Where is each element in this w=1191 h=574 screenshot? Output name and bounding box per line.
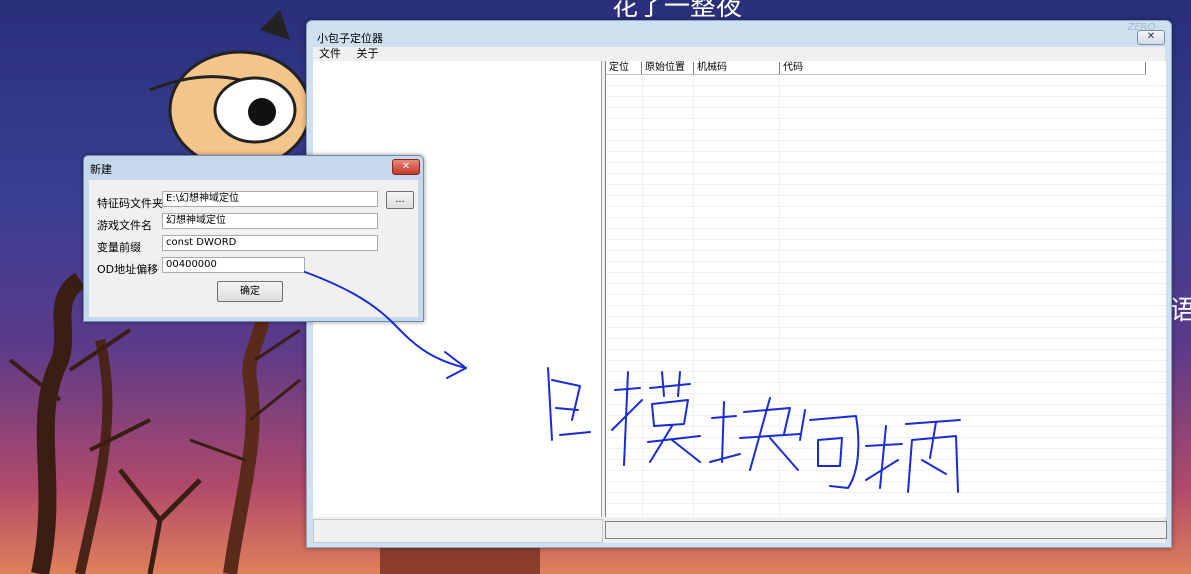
- column-header-machine-code[interactable]: 机械码: [694, 62, 780, 74]
- menu-bar: 文件 关于: [313, 47, 1165, 61]
- dialog-body: 特征码文件夹 E:\幻想神域定位 ... 游戏文件名 幻想神域定位 变量前缀 c…: [89, 180, 418, 317]
- list-header: 定位 原始位置 机械码 代码: [606, 62, 1146, 75]
- result-list[interactable]: 定位 原始位置 机械码 代码: [605, 61, 1166, 517]
- field-label-var-prefix: 变量前缀: [97, 241, 141, 254]
- dialog-title: 新建: [90, 163, 112, 176]
- var-prefix-input[interactable]: const DWORD: [162, 235, 378, 251]
- main-client-area: 定位 原始位置 机械码 代码: [313, 61, 1167, 543]
- main-close-button[interactable]: ✕: [1137, 30, 1165, 45]
- game-file-input[interactable]: 幻想神域定位: [162, 213, 378, 229]
- dialog-close-button[interactable]: ✕: [392, 159, 420, 175]
- field-label-signature-folder: 特征码文件夹: [97, 197, 163, 210]
- right-status-bar: [605, 521, 1167, 539]
- signature-folder-input[interactable]: E:\幻想神域定位: [162, 191, 378, 207]
- wallpaper-text-right: 语: [1170, 296, 1191, 326]
- od-offset-input[interactable]: 00400000: [162, 257, 305, 273]
- field-label-game-file: 游戏文件名: [97, 219, 152, 232]
- menu-file[interactable]: 文件: [319, 47, 341, 60]
- ok-button[interactable]: 确定: [217, 281, 283, 302]
- browse-button[interactable]: ...: [386, 191, 414, 209]
- column-header-original-pos[interactable]: 原始位置: [642, 62, 694, 74]
- main-window-title: 小包子定位器: [317, 32, 383, 45]
- list-grid: [606, 75, 1166, 517]
- field-label-od-offset: OD地址偏移: [97, 263, 159, 276]
- menu-about[interactable]: 关于: [357, 47, 379, 60]
- new-dialog: 新建 ✕ 特征码文件夹 E:\幻想神域定位 ... 游戏文件名 幻想神域定位 变…: [83, 155, 424, 322]
- left-status-bar: [313, 519, 603, 543]
- main-window: 小包子定位器 ZERO- ✕ 文件 关于 定位 原始位置 机械码 代码: [306, 20, 1172, 548]
- column-header-locate[interactable]: 定位: [606, 62, 642, 74]
- column-header-code[interactable]: 代码: [780, 62, 1146, 74]
